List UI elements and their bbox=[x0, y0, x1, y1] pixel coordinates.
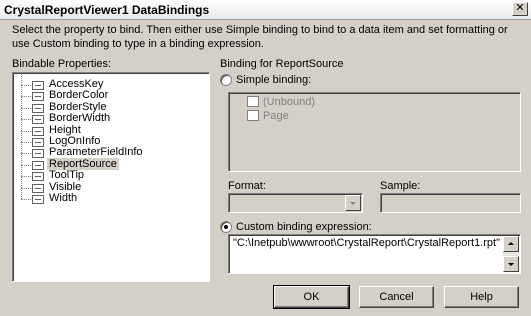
property-label: Width bbox=[49, 192, 78, 204]
scroll-up-icon[interactable] bbox=[503, 236, 519, 252]
tree-line bbox=[21, 142, 31, 143]
tree-line bbox=[21, 85, 31, 86]
binding-group-label: Binding for ReportSource bbox=[220, 58, 344, 70]
help-button[interactable]: Help bbox=[444, 286, 519, 308]
custom-expression-text: "C:\Inetpub\wwwroot\CrystalReport\Crysta… bbox=[233, 237, 501, 249]
tree-node-unbound[interactable]: (Unbound) bbox=[247, 96, 315, 110]
property-label: BorderColor bbox=[49, 89, 109, 102]
property-icon bbox=[32, 183, 44, 193]
ok-button[interactable]: OK bbox=[273, 285, 350, 309]
tree-line bbox=[21, 119, 31, 121]
unbound-icon bbox=[247, 96, 259, 107]
tree-node-page[interactable]: Page bbox=[247, 110, 289, 124]
property-icon bbox=[32, 103, 44, 113]
property-label: ToolTip bbox=[49, 169, 85, 182]
tree-line bbox=[21, 107, 31, 109]
property-icon bbox=[32, 160, 44, 170]
property-icon bbox=[32, 126, 44, 136]
tree-line bbox=[21, 130, 31, 132]
tree-line bbox=[21, 175, 22, 188]
tree-line bbox=[21, 152, 22, 165]
tree-line bbox=[21, 73, 22, 85]
close-icon[interactable]: ✕ bbox=[512, 2, 528, 16]
simple-binding-radio[interactable] bbox=[220, 74, 232, 86]
tree-line bbox=[21, 118, 22, 131]
property-label: BorderStyle bbox=[49, 100, 107, 113]
tree-line bbox=[21, 141, 22, 154]
tree-line bbox=[21, 84, 22, 97]
property-label: ReportSource bbox=[47, 157, 119, 170]
custom-binding-label: Custom binding expression: bbox=[236, 221, 372, 233]
cancel-button[interactable]: Cancel bbox=[359, 286, 434, 308]
tree-line bbox=[21, 164, 22, 177]
format-label: Format: bbox=[228, 180, 266, 192]
page-icon bbox=[247, 110, 259, 121]
property-icon bbox=[32, 149, 44, 159]
window-title: CrystalReportViewer1 DataBindings bbox=[4, 3, 210, 17]
tree-line bbox=[21, 130, 22, 142]
unbound-label: (Unbound) bbox=[263, 96, 315, 108]
property-icon bbox=[32, 172, 44, 182]
custom-expression-input[interactable]: "C:\Inetpub\wwwroot\CrystalReport\Crysta… bbox=[228, 234, 521, 274]
simple-binding-tree[interactable]: (Unbound) Page bbox=[228, 92, 521, 172]
tree-line bbox=[21, 96, 31, 98]
property-icon bbox=[32, 138, 44, 147]
property-icon bbox=[32, 115, 44, 125]
custom-binding-radio[interactable] bbox=[220, 221, 232, 233]
tree-line bbox=[21, 176, 31, 178]
tree-line bbox=[21, 187, 31, 189]
property-icon bbox=[32, 195, 44, 204]
property-label: Height bbox=[49, 123, 81, 136]
scroll-down-icon[interactable] bbox=[503, 256, 519, 272]
format-dropdown[interactable] bbox=[228, 193, 363, 213]
tree-line bbox=[21, 107, 22, 120]
chevron-down-icon[interactable] bbox=[345, 195, 361, 211]
expression-scrollbar[interactable] bbox=[503, 236, 519, 272]
bindable-properties-tree[interactable]: AccessKey BorderColor BorderStyle BorderWid… bbox=[12, 72, 210, 282]
bindable-properties-label: Bindable Properties: bbox=[12, 58, 112, 70]
property-label: LogOnInfo bbox=[49, 135, 101, 147]
sample-label: Sample: bbox=[380, 180, 421, 192]
property-label: BorderWidth bbox=[49, 112, 111, 125]
property-icon bbox=[32, 81, 44, 90]
property-label: ParameterFieldInfo bbox=[49, 146, 143, 159]
tree-line bbox=[21, 153, 31, 155]
property-label: AccessKey bbox=[49, 78, 104, 90]
title-bar: CrystalReportViewer1 DataBindings ✕ bbox=[0, 0, 531, 20]
sample-field bbox=[380, 193, 521, 213]
page-label: Page bbox=[263, 110, 289, 122]
tree-line bbox=[21, 187, 22, 199]
simple-binding-label: Simple binding: bbox=[236, 74, 312, 86]
tree-line bbox=[21, 199, 31, 200]
property-label: Visible bbox=[49, 180, 82, 193]
property-icon bbox=[32, 92, 44, 102]
instructions-text: Select the property to bind. Then either… bbox=[12, 24, 508, 50]
tree-line bbox=[21, 164, 31, 166]
tree-line bbox=[21, 95, 22, 108]
